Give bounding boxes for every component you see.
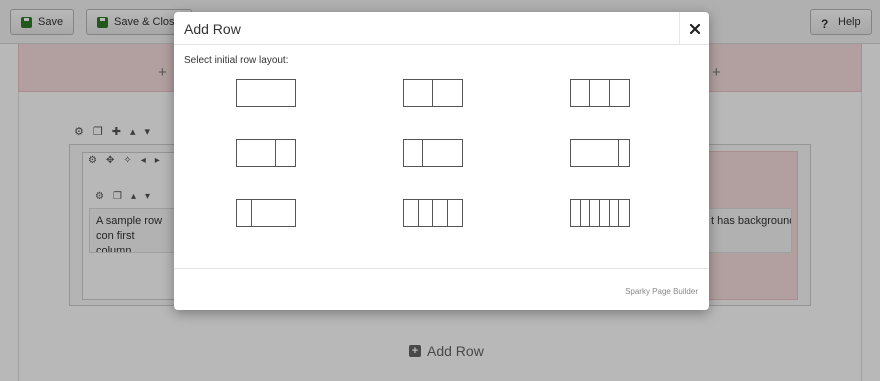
layout-column-cell	[419, 200, 433, 226]
layout-option-3-columns[interactable]	[570, 79, 630, 107]
add-row-modal: Add Row Select initial row layout: Spark…	[174, 12, 709, 310]
layout-column-cell	[237, 200, 252, 226]
modal-title: Add Row	[184, 21, 241, 37]
layout-column-cell	[448, 200, 463, 226]
layout-column-cell	[404, 200, 419, 226]
layout-option-narrow-right[interactable]	[570, 139, 630, 167]
close-icon	[689, 23, 700, 34]
layout-option-wide-left[interactable]	[236, 139, 296, 167]
layout-column-cell	[600, 200, 610, 226]
layout-column-cell	[610, 200, 620, 226]
layout-column-cell	[433, 200, 448, 226]
layout-column-cell	[423, 140, 462, 166]
layout-option-narrow-left[interactable]	[236, 199, 296, 227]
layout-column-cell	[590, 80, 610, 106]
layout-column-cell	[590, 200, 600, 226]
layout-column-cell	[252, 200, 296, 226]
layout-column-cell	[619, 140, 629, 166]
layout-column-cell	[276, 140, 295, 166]
layout-column-cell	[571, 200, 581, 226]
layout-column-cell	[610, 80, 629, 106]
layout-option-1-column[interactable]	[236, 79, 296, 107]
layout-option-6-columns[interactable]	[570, 199, 630, 227]
close-button[interactable]	[679, 12, 709, 45]
footer-brand: Sparky Page Builder	[625, 287, 698, 296]
layout-column-cell	[237, 140, 276, 166]
layout-column-cell	[404, 80, 433, 106]
layout-column-cell	[571, 140, 620, 166]
layout-option-wide-right[interactable]	[403, 139, 463, 167]
layout-column-cell	[571, 80, 591, 106]
layout-column-cell	[581, 200, 591, 226]
layout-column-cell	[237, 80, 295, 106]
layout-column-cell	[404, 140, 424, 166]
layout-column-cell	[619, 200, 629, 226]
layout-instruction: Select initial row layout:	[184, 55, 289, 66]
modal-footer: Sparky Page Builder	[174, 268, 709, 310]
layout-option-4-columns[interactable]	[403, 199, 463, 227]
layout-column-cell	[433, 80, 462, 106]
layout-option-2-columns[interactable]	[403, 79, 463, 107]
modal-header: Add Row	[174, 12, 709, 45]
